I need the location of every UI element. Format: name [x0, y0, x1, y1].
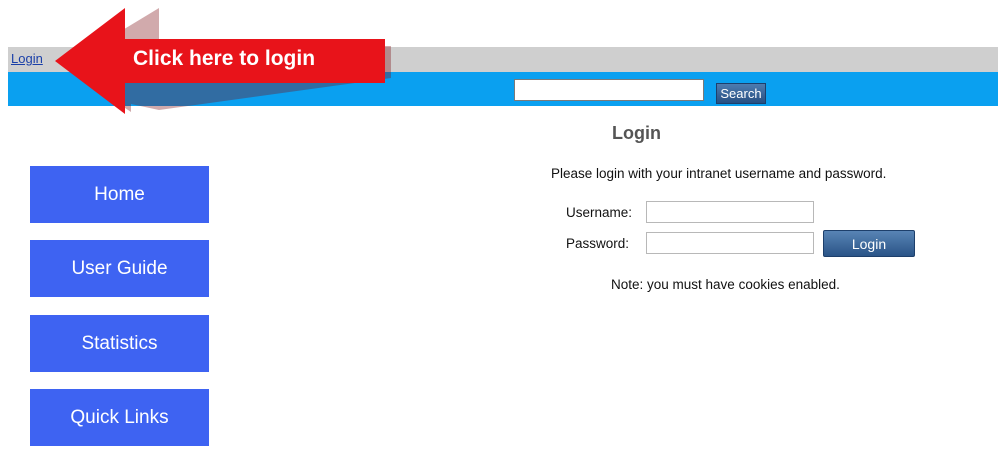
search-button[interactable]: Search: [716, 83, 766, 104]
password-field[interactable]: [646, 232, 814, 254]
username-field[interactable]: [646, 201, 814, 223]
login-button[interactable]: Login: [823, 230, 915, 257]
sidebar-item-quick-links[interactable]: Quick Links: [30, 389, 209, 446]
search-input[interactable]: [514, 79, 704, 101]
callout-text: Click here to login: [133, 47, 316, 70]
sidebar-item-home[interactable]: Home: [30, 166, 209, 223]
username-label: Username:: [566, 205, 633, 220]
page-title: Login: [612, 123, 661, 143]
login-link[interactable]: Login: [11, 51, 43, 66]
sidebar-item-statistics[interactable]: Statistics: [30, 315, 209, 372]
sidebar-item-user-guide[interactable]: User Guide: [30, 240, 209, 297]
password-label: Password:: [566, 236, 630, 251]
login-instructions: Please login with your intranet username…: [551, 166, 887, 181]
cookies-note: Note: you must have cookies enabled.: [611, 277, 840, 292]
